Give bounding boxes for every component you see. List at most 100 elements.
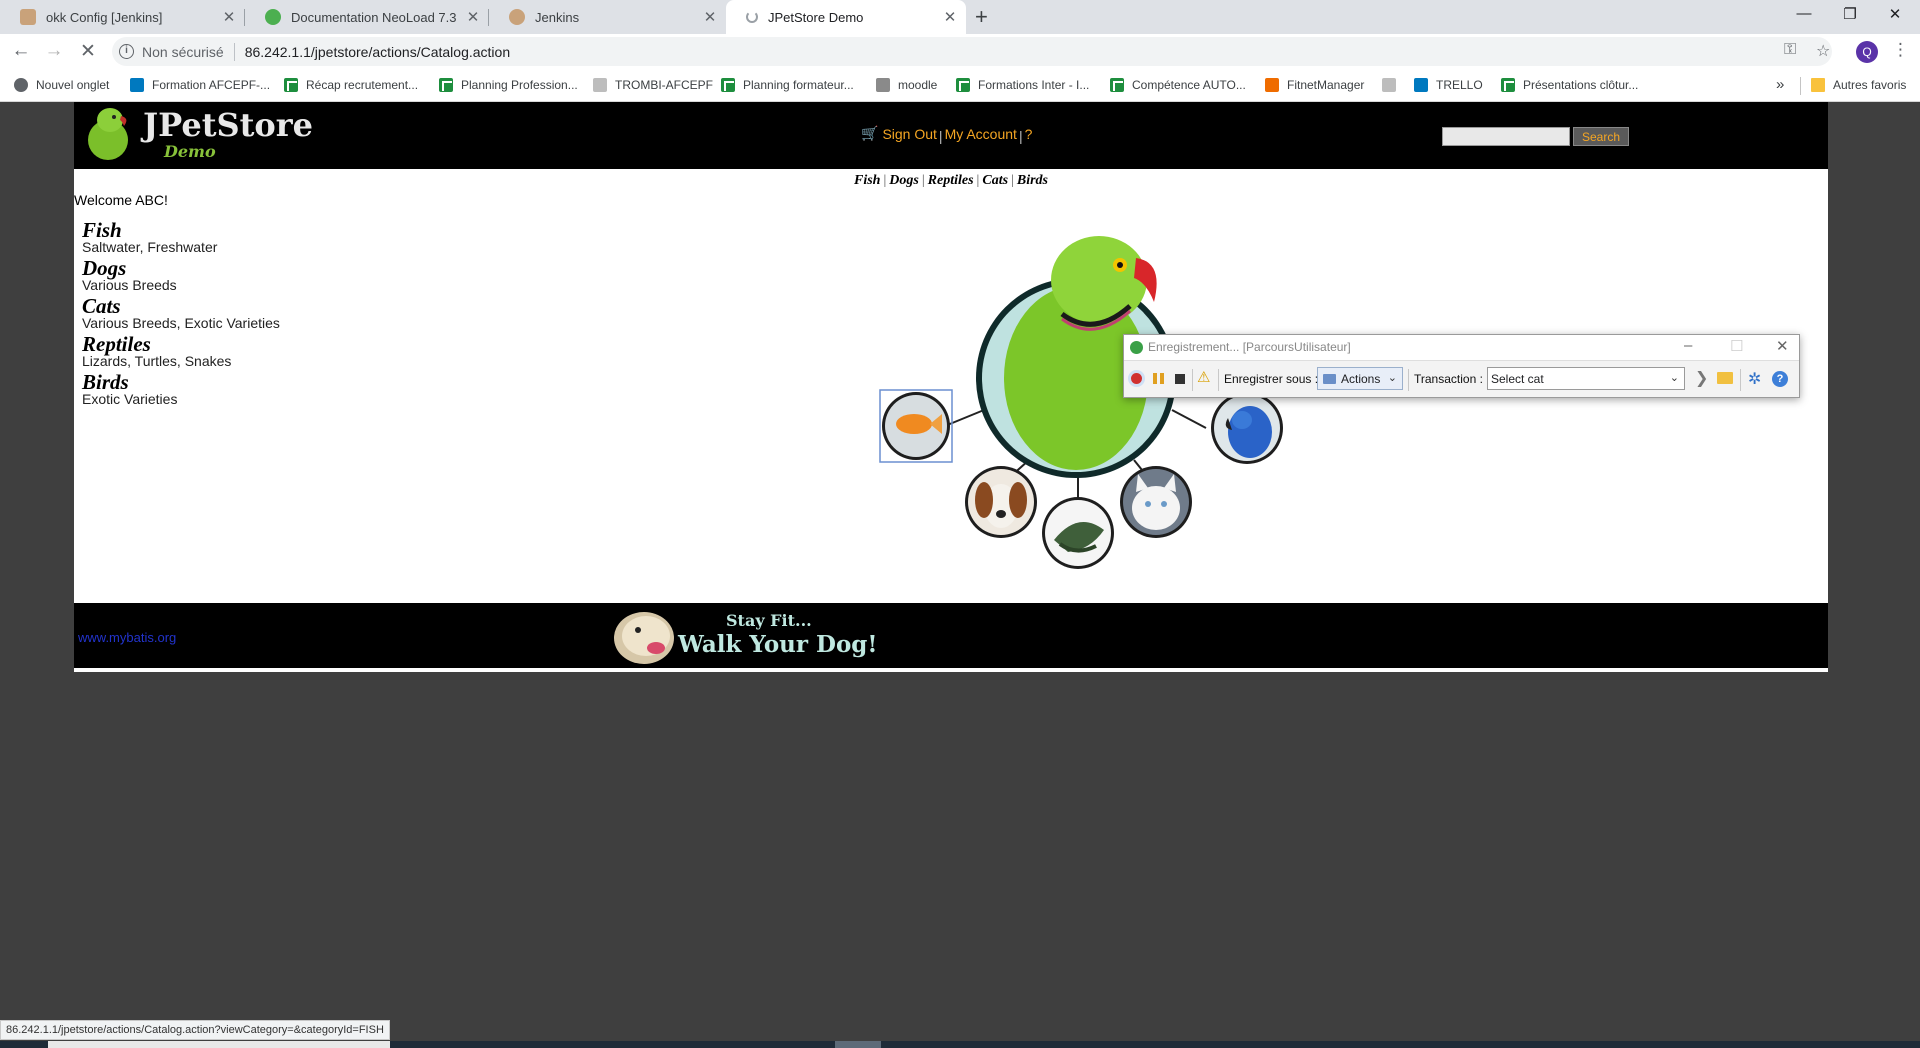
category-link[interactable]: Fish	[82, 220, 280, 241]
tab-jenkins[interactable]: Jenkins ✕	[489, 0, 726, 34]
cart-icon[interactable]: 🛒	[861, 125, 878, 142]
sign-out-link[interactable]: Sign Out	[882, 126, 936, 142]
bookmark-label: TRELLO	[1436, 78, 1483, 92]
bird-splash-icon[interactable]	[1211, 392, 1283, 464]
bookmark-formations-inter[interactable]: Formations Inter - I...	[956, 78, 1089, 92]
minimize-icon[interactable]: —	[1794, 5, 1814, 22]
close-icon[interactable]: ✕	[1776, 337, 1789, 355]
tab-okk-config[interactable]: okk Config [Jenkins] ✕	[0, 0, 245, 34]
close-icon[interactable]: ✕	[940, 8, 960, 26]
bookmark-moodle[interactable]: moodle	[876, 78, 937, 92]
quick-link-dogs[interactable]: Dogs	[889, 173, 919, 188]
taskbar-item[interactable]	[835, 1041, 881, 1048]
browser-toolbar: ← → ✕ i Non sécurisé 86.242.1.1/jpetstor…	[0, 34, 1920, 70]
banner-line-2: Walk Your Dog!	[677, 631, 878, 658]
parrot-logo-icon	[88, 108, 128, 160]
bookmark-nouvel-onglet[interactable]: Nouvel onglet	[14, 78, 109, 92]
status-bar: 86.242.1.1/jpetstore/actions/Catalog.act…	[0, 1020, 390, 1040]
close-icon[interactable]: ✕	[700, 8, 720, 26]
container-select[interactable]: Actions ⌄	[1317, 367, 1403, 390]
category-link[interactable]: Birds	[82, 372, 280, 393]
cat-splash-icon[interactable]	[1120, 466, 1192, 538]
link-separator: |	[921, 173, 925, 188]
bookmark-formation-afcepf[interactable]: Formation AFCEPF-...	[130, 78, 270, 92]
bookmark-label: Planning formateur...	[743, 78, 854, 92]
store-logo[interactable]: JPetStore Demo	[84, 104, 313, 166]
transaction-label: Transaction :	[1414, 372, 1483, 386]
close-icon[interactable]: ✕	[463, 8, 483, 26]
stop-loading-icon[interactable]: ✕	[76, 40, 100, 63]
next-transaction-icon[interactable]: ❯	[1695, 368, 1708, 388]
folder-icon	[1811, 78, 1825, 92]
tab-title: okk Config [Jenkins]	[46, 9, 163, 25]
help-icon[interactable]: ?	[1772, 371, 1788, 387]
bookmark-trello[interactable]: TRELLO	[1414, 78, 1483, 92]
quick-link-fish[interactable]: Fish	[854, 173, 880, 188]
window-close-icon[interactable]: ✕	[1885, 5, 1905, 23]
pause-icon[interactable]	[1153, 373, 1164, 384]
category-sidebar: Fish Saltwater, Freshwater Dogs Various …	[82, 220, 280, 410]
bookmark-other-favorites[interactable]: Autres favoris	[1811, 78, 1906, 92]
bookmark-recap-recrutement[interactable]: Récap recrutement...	[284, 78, 418, 92]
bookmark-unnamed[interactable]	[1382, 78, 1404, 92]
container-select-value: Actions	[1341, 371, 1381, 386]
category-link[interactable]: Reptiles	[82, 334, 280, 355]
new-tab-icon[interactable]: +	[975, 4, 988, 30]
forward-icon[interactable]: →	[42, 40, 66, 62]
bookmark-presentations[interactable]: Présentations clôtur...	[1501, 78, 1638, 92]
category-reptiles: Reptiles Lizards, Turtles, Snakes	[82, 334, 280, 369]
star-icon[interactable]: ☆	[1816, 41, 1830, 61]
help-link[interactable]: ?	[1025, 126, 1033, 142]
chevron-double-right-icon[interactable]: »	[1776, 76, 1784, 93]
transaction-input[interactable]: Select cat ⌄	[1487, 367, 1685, 390]
maximize-icon[interactable]: ☐	[1730, 337, 1743, 355]
minimize-icon[interactable]: –	[1684, 337, 1692, 354]
key-icon[interactable]: ⚿	[1784, 41, 1796, 59]
bookmark-label: Autres favoris	[1833, 78, 1907, 92]
taskbar-item[interactable]	[48, 1041, 390, 1048]
dog-splash-icon[interactable]	[965, 466, 1037, 538]
category-link[interactable]: Dogs	[82, 258, 280, 279]
record-icon[interactable]	[1131, 373, 1142, 384]
sheets-icon	[956, 78, 970, 92]
recorder-toolbar: ⚠ Enregistrer sous : Actions ⌄ Transacti…	[1124, 360, 1799, 397]
mybatis-link[interactable]: www.mybatis.org	[78, 630, 176, 645]
fish-splash-icon[interactable]	[879, 389, 953, 463]
bookmarks-bar: Nouvel onglet Formation AFCEPF-... Récap…	[0, 70, 1920, 102]
bookmark-label: Récap recrutement...	[306, 78, 419, 92]
logo-title: JPetStore	[143, 106, 313, 144]
bookmark-label: FitnetManager	[1287, 78, 1365, 92]
search-button[interactable]: Search	[1573, 127, 1629, 146]
tab-jpetstore[interactable]: JPetStore Demo ✕	[726, 0, 966, 34]
url-text[interactable]: 86.242.1.1/jpetstore/actions/Catalog.act…	[245, 44, 510, 60]
sheets-icon	[284, 78, 298, 92]
quick-link-birds[interactable]: Birds	[1017, 173, 1048, 188]
quick-link-cats[interactable]: Cats	[982, 173, 1008, 188]
bookmark-planning-profession[interactable]: Planning Profession...	[439, 78, 578, 92]
tab-neoload-doc[interactable]: Documentation NeoLoad 7.3 ✕	[245, 0, 489, 34]
warning-icon[interactable]: ⚠	[1197, 368, 1210, 386]
category-dogs: Dogs Various Breeds	[82, 258, 280, 293]
address-bar[interactable]: i Non sécurisé 86.242.1.1/jpetstore/acti…	[112, 37, 1832, 66]
quick-link-reptiles[interactable]: Reptiles	[928, 173, 974, 188]
reptile-splash-icon[interactable]	[1042, 497, 1114, 569]
bookmark-competence-auto[interactable]: Compétence AUTO...	[1110, 78, 1246, 92]
category-link[interactable]: Cats	[82, 296, 280, 317]
stop-icon[interactable]	[1175, 374, 1185, 384]
profile-avatar[interactable]: Q	[1856, 41, 1878, 63]
bookmark-fitnetmanager[interactable]: FitnetManager	[1265, 78, 1364, 92]
close-icon[interactable]: ✕	[219, 8, 239, 26]
restore-icon[interactable]: ❐	[1840, 5, 1860, 23]
open-folder-icon[interactable]	[1717, 372, 1733, 384]
settings-icon[interactable]: ✲	[1748, 369, 1761, 389]
search-input[interactable]	[1442, 127, 1570, 146]
menu-icon[interactable]: ⋮	[1892, 40, 1909, 60]
bookmark-label: Nouvel onglet	[36, 78, 110, 92]
my-account-link[interactable]: My Account	[945, 126, 1017, 142]
category-description: Various Breeds	[82, 277, 177, 293]
recorder-titlebar[interactable]: Enregistrement... [ParcoursUtilisateur] …	[1124, 335, 1799, 360]
info-icon[interactable]: i	[119, 44, 134, 59]
back-icon[interactable]: ←	[9, 40, 33, 62]
bookmark-trombi[interactable]: TROMBI-AFCEPF	[593, 78, 713, 92]
bookmark-planning-formateur[interactable]: Planning formateur...	[721, 78, 854, 92]
